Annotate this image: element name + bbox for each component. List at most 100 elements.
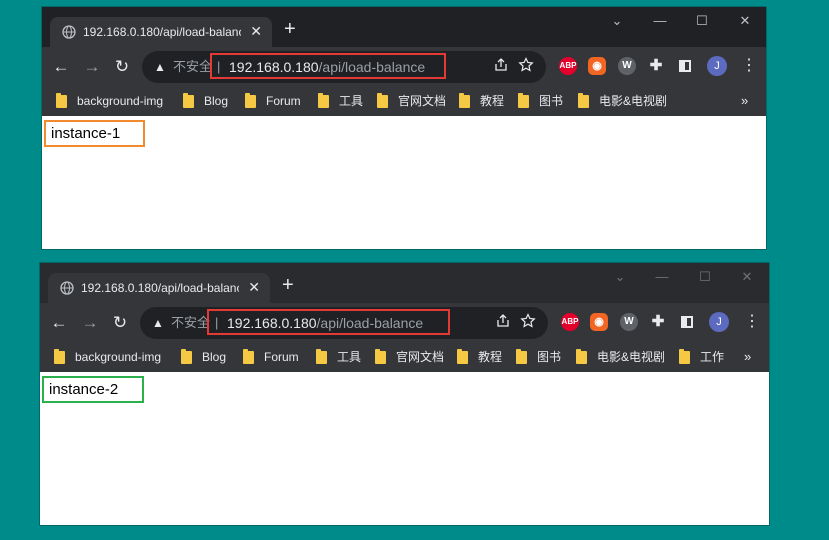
globe-icon <box>60 281 74 295</box>
url-text[interactable]: 192.168.0.180/api/load-balance <box>229 57 425 77</box>
url-path: /api/load-balance <box>316 315 424 331</box>
globe-icon <box>62 25 76 39</box>
bookmark-label: 官网文档 <box>398 94 447 108</box>
browser-window-2: 192.168.0.180/api/load-balance ✕ + ⌄ — ☐… <box>40 263 769 525</box>
w-extension-icon[interactable]: W <box>620 313 638 331</box>
tab-title: 192.168.0.180/api/load-balance <box>83 25 241 39</box>
extensions-puzzle-icon[interactable]: ✚ <box>649 313 667 331</box>
warning-icon[interactable]: ▲ <box>154 59 166 75</box>
folder-icon <box>181 349 192 364</box>
bookmark-label: 工具 <box>339 94 364 108</box>
bookmark-label: 工具 <box>337 350 362 364</box>
page-content: instance-2 <box>40 372 769 525</box>
insecure-label[interactable]: 不安全 <box>171 314 210 332</box>
side-panel-icon[interactable] <box>678 313 696 331</box>
bookmark-label: Blog <box>202 350 227 364</box>
reload-button[interactable]: ↻ <box>112 57 132 77</box>
extensions-puzzle-icon[interactable]: ✚ <box>647 57 665 75</box>
folder-icon <box>54 349 65 364</box>
bookmarks-bar: background-img Blog Forum 工具 官网文档 教程 图书 … <box>42 87 766 115</box>
folder-icon <box>516 349 527 364</box>
address-bar[interactable]: ▲ 不安全 | 192.168.0.180/api/load-balance <box>142 51 546 83</box>
reload-button[interactable]: ↻ <box>110 313 130 333</box>
folder-icon <box>459 93 470 108</box>
menu-icon[interactable]: ⋮ <box>741 57 757 75</box>
bookmark-label: background-img <box>77 94 164 108</box>
folder-icon <box>183 93 194 108</box>
browser-window-1: 192.168.0.180/api/load-balance ✕ + ⌄ — ☐… <box>42 7 766 249</box>
folder-icon <box>316 349 327 364</box>
warning-icon[interactable]: ▲ <box>152 315 164 331</box>
tab-strip: 192.168.0.180/api/load-balance ✕ + ⌄ — ☐… <box>40 263 769 303</box>
folder-icon <box>679 349 690 364</box>
profile-avatar[interactable]: J <box>707 56 727 76</box>
adblock-extension-icon[interactable]: ABP <box>561 313 579 331</box>
bookmarks-bar: background-img Blog Forum 工具 官网文档 教程 图书 … <box>40 343 769 371</box>
insecure-label[interactable]: 不安全 <box>173 58 212 76</box>
folder-icon <box>56 93 67 108</box>
share-icon[interactable] <box>494 58 508 72</box>
bookmark-label: 教程 <box>480 94 505 108</box>
bookmarks-overflow-button[interactable]: » <box>741 93 748 109</box>
orange-extension-icon[interactable]: ◉ <box>588 57 606 75</box>
bookmark-label: Forum <box>264 350 299 364</box>
forward-button[interactable]: → <box>82 57 102 77</box>
bookmarks-overflow-button[interactable]: » <box>744 349 751 365</box>
url-host: 192.168.0.180 <box>229 59 319 75</box>
url-path: /api/load-balance <box>318 59 426 75</box>
bookmark-label: background-img <box>75 350 162 364</box>
orange-extension-icon[interactable]: ◉ <box>590 313 608 331</box>
back-button[interactable]: ← <box>49 313 69 333</box>
minimize-button[interactable]: — <box>654 269 670 285</box>
menu-icon[interactable]: ⋮ <box>744 313 760 331</box>
tab-close-icon[interactable]: ✕ <box>248 279 260 295</box>
tab-active[interactable]: 192.168.0.180/api/load-balance ✕ <box>48 273 270 303</box>
page-content: instance-1 <box>42 116 766 249</box>
folder-icon <box>518 93 529 108</box>
close-window-button[interactable]: ✕ <box>739 269 755 285</box>
maximize-button[interactable]: ☐ <box>694 13 710 29</box>
bookmark-label: 电影&电视剧 <box>599 94 668 108</box>
forward-button[interactable]: → <box>80 313 100 333</box>
folder-icon <box>245 93 256 108</box>
bookmark-label: Forum <box>266 94 301 108</box>
folder-icon <box>375 349 386 364</box>
bookmark-label: 官网文档 <box>396 350 445 364</box>
instance-label: instance-1 <box>44 120 145 147</box>
w-extension-icon[interactable]: W <box>618 57 636 75</box>
side-panel-icon[interactable] <box>676 57 694 75</box>
url-text[interactable]: 192.168.0.180/api/load-balance <box>227 313 423 333</box>
bookmark-star-icon[interactable] <box>518 57 534 73</box>
toolbar: ← → ↻ ▲ 不安全 | 192.168.0.180/api/load-bal… <box>40 303 769 343</box>
new-tab-button[interactable]: + <box>284 19 296 39</box>
instance-label: instance-2 <box>42 376 144 403</box>
address-bar[interactable]: ▲ 不安全 | 192.168.0.180/api/load-balance <box>140 307 548 339</box>
share-icon[interactable] <box>496 314 510 328</box>
bookmark-star-icon[interactable] <box>520 313 536 329</box>
folder-icon <box>243 349 254 364</box>
adblock-extension-icon[interactable]: ABP <box>559 57 577 75</box>
folder-icon <box>457 349 468 364</box>
bookmark-label: 电影&电视剧 <box>597 350 666 364</box>
close-window-button[interactable]: ✕ <box>737 13 753 29</box>
back-button[interactable]: ← <box>51 57 71 77</box>
tab-search-chevron-icon[interactable]: ⌄ <box>609 13 625 29</box>
folder-icon <box>377 93 388 108</box>
tab-search-chevron-icon[interactable]: ⌄ <box>612 269 628 285</box>
folder-icon <box>576 349 587 364</box>
bookmark-label: 工作 <box>700 350 725 364</box>
bookmark-label: 图书 <box>539 94 564 108</box>
profile-avatar[interactable]: J <box>709 312 729 332</box>
bookmark-label: Blog <box>204 94 229 108</box>
minimize-button[interactable]: — <box>652 13 668 29</box>
new-tab-button[interactable]: + <box>282 275 294 295</box>
folder-icon <box>318 93 329 108</box>
maximize-button[interactable]: ☐ <box>697 269 713 285</box>
tab-active[interactable]: 192.168.0.180/api/load-balance ✕ <box>50 17 272 47</box>
tab-close-icon[interactable]: ✕ <box>250 23 262 39</box>
url-host: 192.168.0.180 <box>227 315 317 331</box>
toolbar: ← → ↻ ▲ 不安全 | 192.168.0.180/api/load-bal… <box>42 47 766 87</box>
tab-strip: 192.168.0.180/api/load-balance ✕ + ⌄ — ☐… <box>42 7 766 47</box>
bookmark-label: 教程 <box>478 350 503 364</box>
tab-title: 192.168.0.180/api/load-balance <box>81 281 239 295</box>
